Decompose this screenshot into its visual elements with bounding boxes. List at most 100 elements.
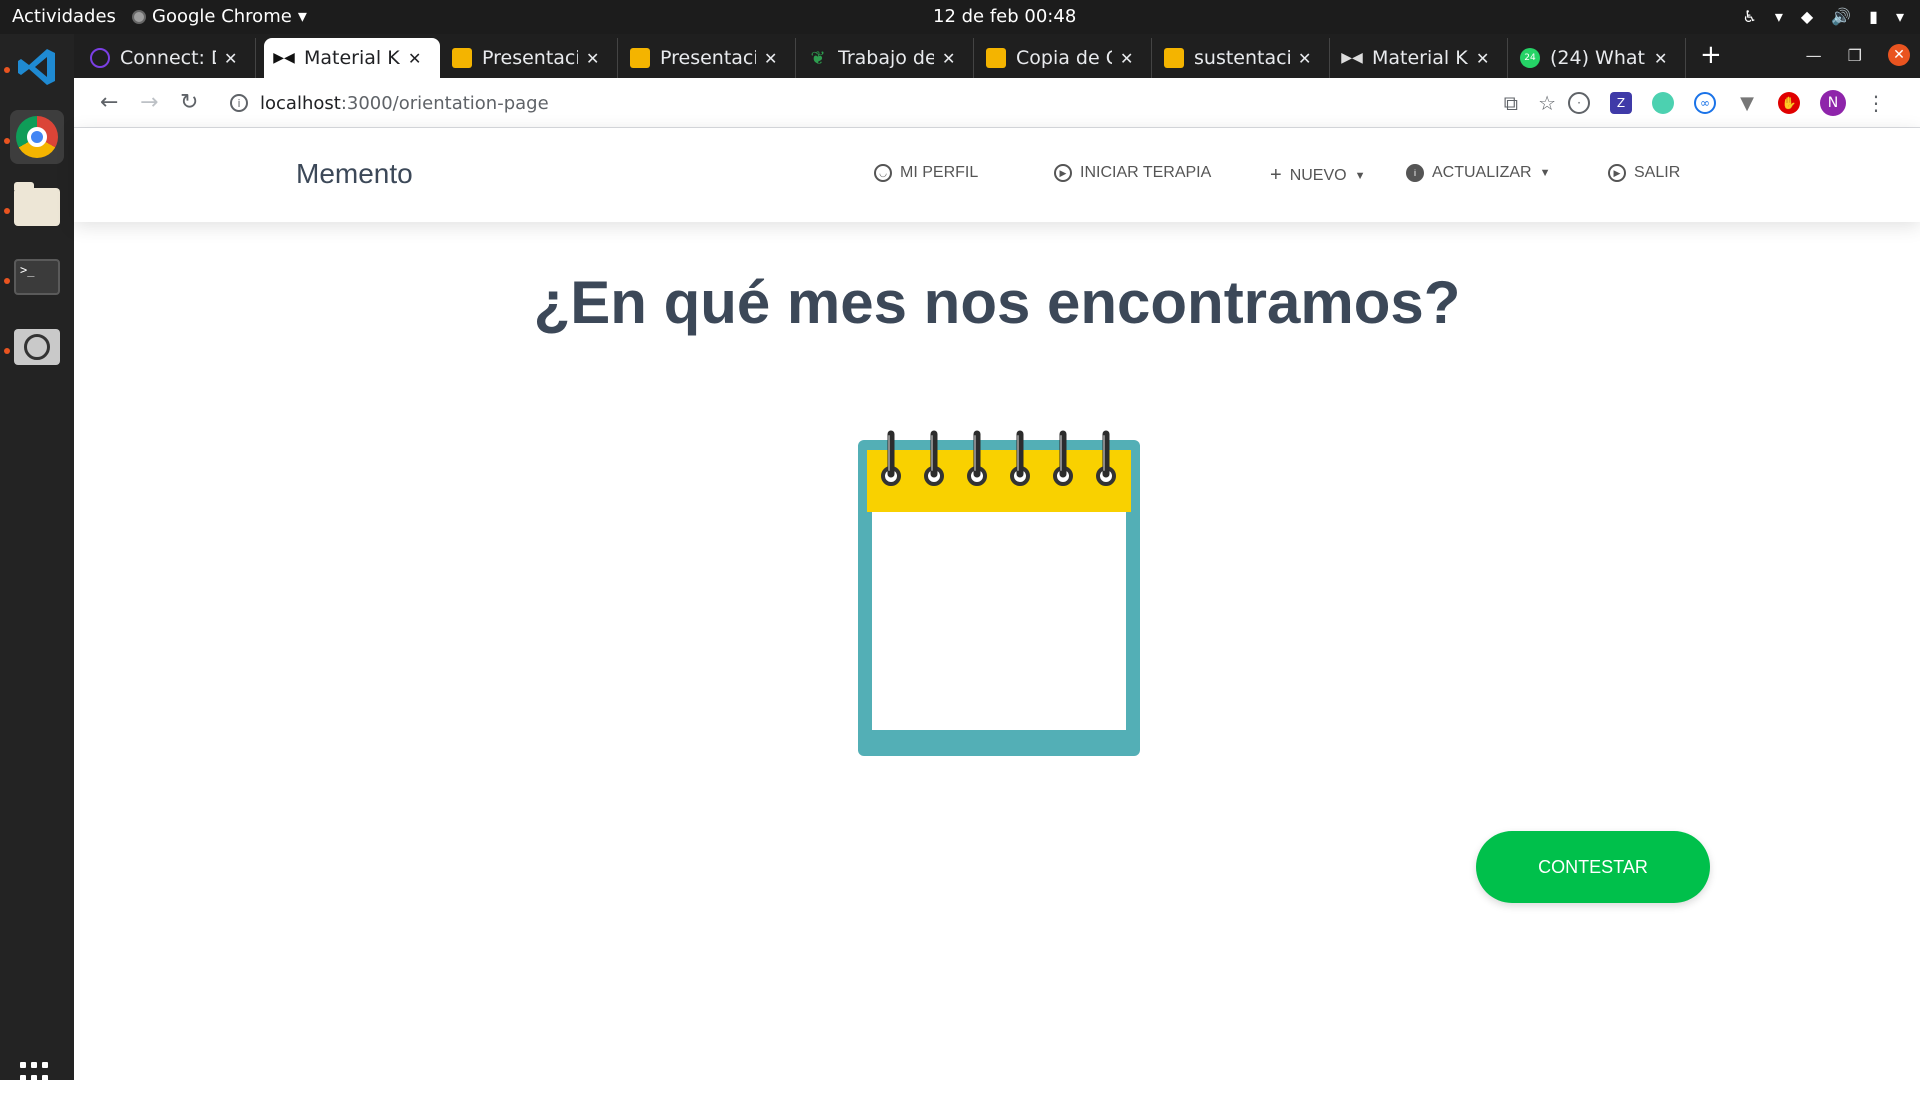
- bowtie-icon: ▶◀: [1341, 50, 1363, 66]
- close-icon[interactable]: ✕: [224, 49, 237, 68]
- dock-item-magnifier[interactable]: [10, 320, 64, 374]
- translate-icon[interactable]: ⧉: [1504, 91, 1518, 115]
- close-icon[interactable]: ✕: [1476, 49, 1489, 68]
- browser-toolbar: ← → ↻ i localhost :3000/orientation-page…: [74, 78, 1920, 128]
- dock-item-terminal[interactable]: >_: [10, 250, 64, 304]
- chevron-down-icon: ▾: [297, 6, 307, 27]
- tab-connect[interactable]: Connect: D ✕: [80, 38, 256, 78]
- whatsapp-icon: 24: [1520, 48, 1540, 68]
- close-icon[interactable]: ✕: [942, 49, 955, 68]
- maximize-icon[interactable]: ❐: [1848, 46, 1862, 65]
- minimize-icon[interactable]: —: [1806, 46, 1822, 65]
- plus-icon: +: [1270, 164, 1282, 186]
- slides-icon: [986, 48, 1006, 68]
- tab-title: Connect: D: [120, 47, 216, 69]
- connect-icon: [90, 48, 110, 68]
- files-icon: [14, 182, 60, 226]
- brand-logo[interactable]: Memento: [296, 158, 413, 190]
- nav-new-dropdown[interactable]: + NUEVO ▼: [1270, 164, 1365, 187]
- nav-label: ACTUALIZAR: [1432, 164, 1532, 181]
- back-arrow-icon[interactable]: ←: [100, 90, 118, 115]
- avatar[interactable]: N: [1820, 90, 1846, 116]
- close-icon[interactable]: ✕: [1120, 49, 1133, 68]
- accessibility-icon[interactable]: ♿: [1743, 7, 1757, 26]
- close-icon[interactable]: ✕: [1298, 49, 1311, 68]
- tab-title: Trabajo de: [838, 47, 934, 69]
- nav-label: NUEVO: [1289, 166, 1347, 184]
- page-title: ¿En qué mes nos encontramos?: [533, 269, 1461, 336]
- tab-material-kit-2[interactable]: ▶◀ Material Ki ✕: [1332, 38, 1508, 78]
- zotero-icon[interactable]: Z: [1610, 92, 1632, 114]
- activities-button[interactable]: Actividades: [12, 6, 116, 27]
- info-icon: i: [1406, 164, 1424, 182]
- nav-exit[interactable]: ▶ SALIR: [1608, 164, 1680, 182]
- close-window-icon[interactable]: ✕: [1888, 44, 1910, 66]
- close-icon[interactable]: ✕: [586, 49, 599, 68]
- tab-title: Material Ki: [1372, 47, 1468, 69]
- close-icon[interactable]: ✕: [408, 49, 421, 68]
- extension-v-icon[interactable]: ▼: [1736, 92, 1758, 114]
- caret-down-icon: ▼: [1539, 167, 1551, 179]
- slides-icon: [630, 48, 650, 68]
- clock[interactable]: 12 de feb 00:48: [933, 6, 1076, 27]
- slides-icon: [452, 48, 472, 68]
- menu-kebab-icon[interactable]: ⋮: [1866, 91, 1886, 115]
- tab-whatsapp[interactable]: 24 (24) Whats ✕: [1510, 38, 1686, 78]
- system-top-bar: Actividades Google Chrome ▾ 12 de feb 00…: [0, 0, 1920, 34]
- answer-button[interactable]: CONTESTAR: [1476, 831, 1710, 903]
- play-icon: ▶: [1608, 164, 1626, 182]
- tab-trabajo[interactable]: ❦ Trabajo de ✕: [798, 38, 974, 78]
- chevron-down-icon: ▾: [1774, 7, 1783, 26]
- close-icon[interactable]: ✕: [764, 49, 777, 68]
- bowtie-icon: ▶◀: [273, 50, 295, 66]
- tab-copia[interactable]: Copia de C ✕: [976, 38, 1152, 78]
- reload-icon[interactable]: ↻: [180, 90, 198, 115]
- nav-start-therapy[interactable]: ▶ INICIAR TERAPIA: [1054, 164, 1211, 182]
- extensions: · Z ∞ ▼ ✋ N ⋮: [1568, 90, 1886, 116]
- app-menu[interactable]: Google Chrome ▾: [132, 6, 307, 27]
- dock-item-vscode[interactable]: [10, 40, 64, 94]
- extension-icon[interactable]: [1652, 92, 1674, 114]
- app-menu-label: Google Chrome: [152, 6, 292, 27]
- chrome-icon: [16, 116, 58, 158]
- show-applications-icon[interactable]: [20, 1062, 54, 1096]
- chrome-small-icon: [132, 9, 146, 24]
- nav-label: MI PERFIL: [900, 164, 979, 181]
- tab-title: sustentaci: [1194, 47, 1290, 69]
- close-icon[interactable]: ✕: [1654, 49, 1667, 68]
- face-icon: ◡: [874, 164, 892, 182]
- tab-strip: Connect: D ✕ ▶◀ Material Ki ✕ Presentaci…: [74, 34, 1920, 78]
- play-icon: ▶: [1054, 164, 1072, 182]
- tab-title: (24) Whats: [1550, 47, 1646, 69]
- magnifier-icon: [14, 329, 60, 365]
- tab-sustentacion[interactable]: sustentaci ✕: [1154, 38, 1330, 78]
- forward-arrow-icon[interactable]: →: [140, 90, 158, 115]
- nav-update-dropdown[interactable]: i ACTUALIZAR ▼: [1406, 164, 1550, 182]
- extension-icon[interactable]: ∞: [1694, 92, 1716, 114]
- terminal-icon: >_: [14, 259, 60, 295]
- tab-title: Presentaci: [482, 47, 578, 69]
- app-navbar: Memento ◡ MI PERFIL ▶ INICIAR TERAPIA + …: [74, 128, 1920, 222]
- volume-icon: 🔊: [1831, 7, 1852, 26]
- address-bar[interactable]: i localhost :3000/orientation-page ⧉ ☆: [216, 85, 1596, 121]
- dock: >_: [0, 34, 74, 1094]
- nav-label: INICIAR TERAPIA: [1080, 164, 1212, 181]
- tab-presentacion-2[interactable]: Presentaci ✕: [620, 38, 796, 78]
- url-host: localhost: [260, 92, 341, 114]
- slides-icon: [1164, 48, 1184, 68]
- bookmark-star-icon[interactable]: ☆: [1538, 91, 1556, 115]
- calendar-icon: [858, 430, 1140, 756]
- new-tab-button[interactable]: +: [1700, 40, 1722, 70]
- caret-down-icon: ▼: [1354, 169, 1366, 182]
- site-info-icon[interactable]: i: [230, 94, 248, 112]
- dock-item-chrome[interactable]: [10, 110, 64, 164]
- adblock-icon[interactable]: ✋: [1778, 92, 1800, 114]
- nav-my-profile[interactable]: ◡ MI PERFIL: [874, 164, 978, 182]
- tab-material-kit[interactable]: ▶◀ Material Ki ✕: [264, 38, 440, 78]
- tab-title: Material Ki: [304, 47, 400, 69]
- system-tray[interactable]: ♿ ▾ ◆ 🔊 ▮ ▾: [1743, 7, 1904, 26]
- window-controls: — ❐ ✕: [1806, 44, 1910, 66]
- extension-icon[interactable]: ·: [1568, 92, 1590, 114]
- dock-item-files[interactable]: [10, 180, 64, 234]
- tab-presentacion-1[interactable]: Presentaci ✕: [442, 38, 618, 78]
